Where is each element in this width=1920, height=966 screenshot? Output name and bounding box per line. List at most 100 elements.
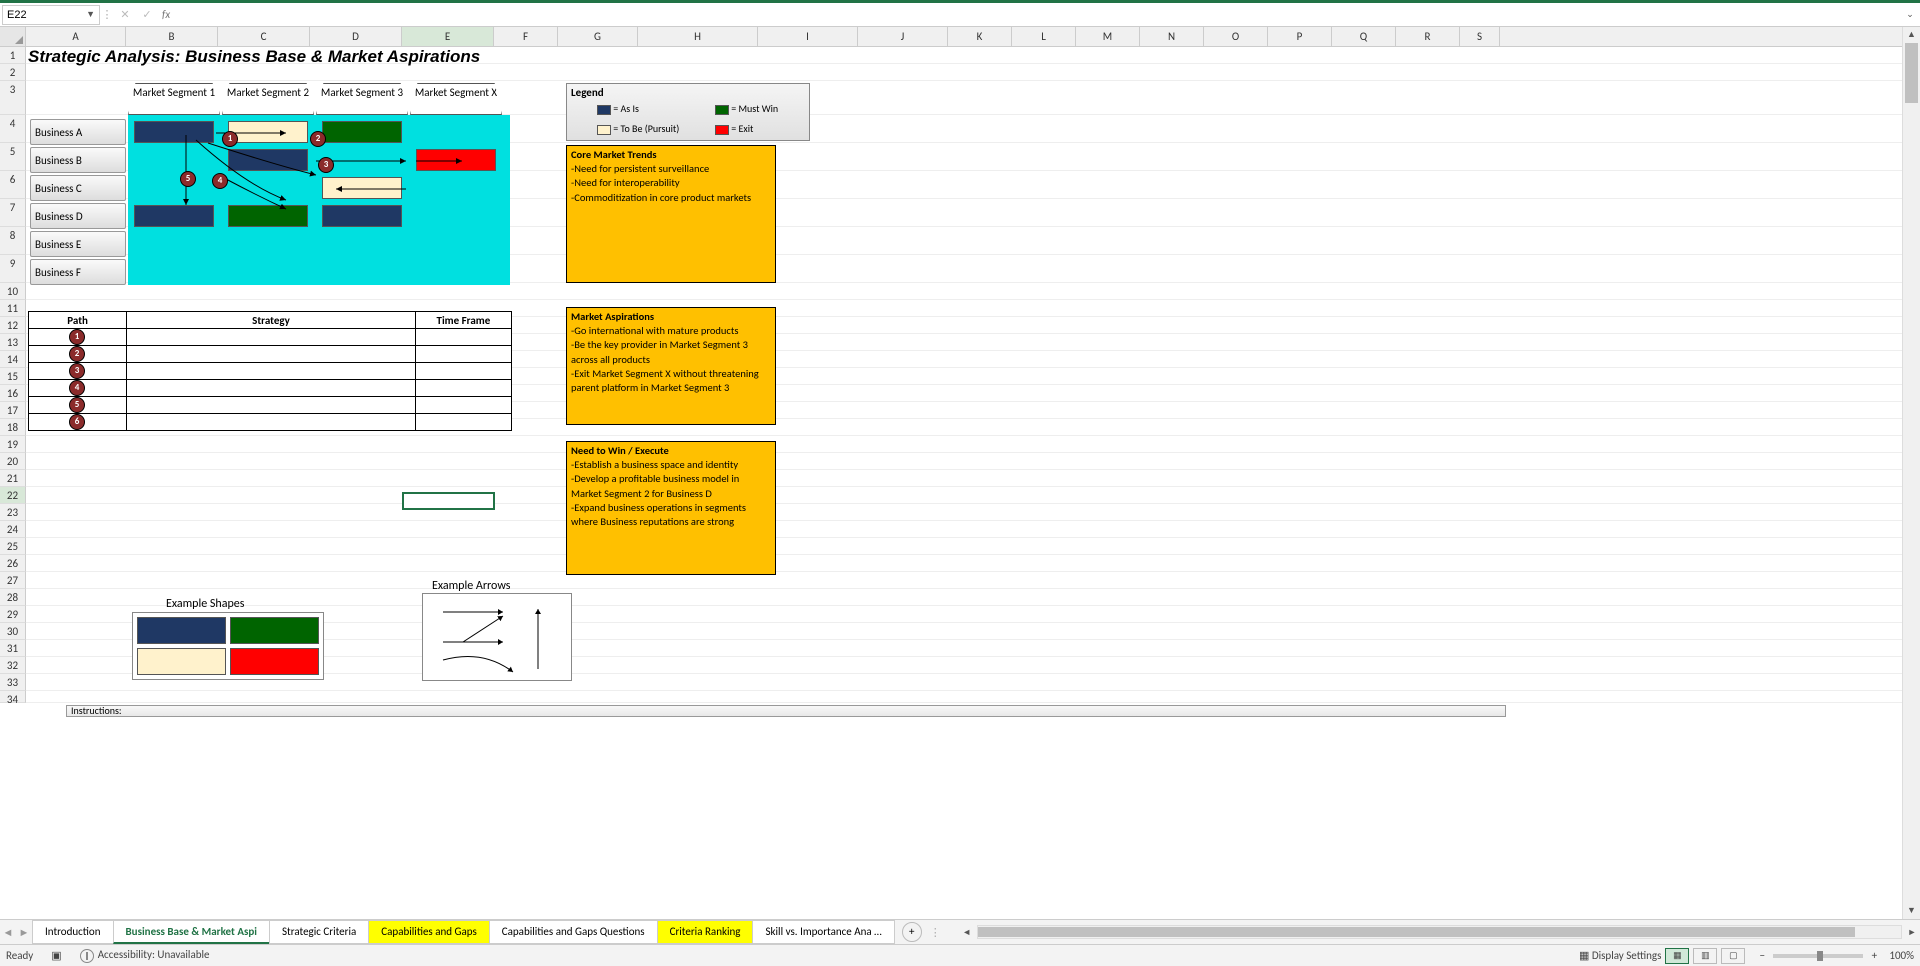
sheet-tab[interactable]: Capabilities and Gaps Questions bbox=[489, 920, 658, 944]
row-header[interactable]: 8 bbox=[0, 227, 26, 255]
path-badge: 2 bbox=[310, 131, 326, 147]
col-header[interactable]: C bbox=[218, 27, 310, 46]
col-header[interactable]: B bbox=[126, 27, 218, 46]
row-header[interactable]: 32 bbox=[0, 657, 26, 674]
scroll-thumb[interactable] bbox=[1905, 43, 1918, 103]
col-header[interactable]: E bbox=[402, 27, 494, 46]
row-header[interactable]: 33 bbox=[0, 674, 26, 691]
row-header[interactable]: 25 bbox=[0, 538, 26, 555]
th-strategy: Strategy bbox=[127, 312, 416, 329]
row-header[interactable]: 29 bbox=[0, 606, 26, 623]
row-header[interactable]: 23 bbox=[0, 504, 26, 521]
add-sheet-button[interactable]: + bbox=[902, 922, 922, 942]
view-normal-button[interactable]: ▦ bbox=[1665, 948, 1689, 964]
name-box-dropdown-icon[interactable]: ▼ bbox=[86, 9, 95, 20]
sheet-tab[interactable]: Business Base & Market Aspi bbox=[113, 920, 270, 944]
accept-icon[interactable]: ✓ bbox=[136, 8, 158, 21]
cancel-icon[interactable]: ✕ bbox=[114, 8, 136, 21]
row-header[interactable]: 4 bbox=[0, 115, 26, 143]
col-header[interactable]: S bbox=[1460, 27, 1500, 46]
business-label: Business C bbox=[30, 175, 126, 201]
col-header[interactable]: M bbox=[1076, 27, 1140, 46]
selected-cell[interactable] bbox=[402, 492, 495, 510]
sheet-tab[interactable]: Strategic Criteria bbox=[269, 920, 369, 944]
col-header[interactable]: F bbox=[494, 27, 558, 46]
row-header[interactable]: 15 bbox=[0, 368, 26, 385]
path-badge: 3 bbox=[69, 363, 85, 379]
col-header[interactable]: P bbox=[1268, 27, 1332, 46]
row-header[interactable]: 1 bbox=[0, 47, 26, 64]
row-header[interactable]: 28 bbox=[0, 589, 26, 606]
row-header[interactable]: 5 bbox=[0, 143, 26, 171]
col-header[interactable]: I bbox=[758, 27, 858, 46]
row-header[interactable]: 11 bbox=[0, 300, 26, 317]
row-header[interactable]: 26 bbox=[0, 555, 26, 572]
col-header[interactable]: J bbox=[858, 27, 948, 46]
row-header[interactable]: 31 bbox=[0, 640, 26, 657]
row-header[interactable]: 6 bbox=[0, 171, 26, 199]
select-all-corner[interactable] bbox=[0, 27, 26, 46]
col-header[interactable]: K bbox=[948, 27, 1012, 46]
row-header[interactable]: 10 bbox=[0, 283, 26, 300]
row-header[interactable]: 17 bbox=[0, 402, 26, 419]
row-header[interactable]: 34 bbox=[0, 691, 26, 703]
col-header[interactable]: H bbox=[638, 27, 758, 46]
row-header[interactable]: 7 bbox=[0, 199, 26, 227]
col-header[interactable]: D bbox=[310, 27, 402, 46]
row-header[interactable]: 22 bbox=[0, 487, 26, 504]
fx-icon[interactable]: fx bbox=[162, 8, 170, 21]
tab-nav-next-icon[interactable]: ► bbox=[16, 926, 32, 939]
col-header[interactable]: R bbox=[1396, 27, 1460, 46]
row-header[interactable]: 14 bbox=[0, 351, 26, 368]
col-header[interactable]: L bbox=[1012, 27, 1076, 46]
shape-navy bbox=[137, 617, 226, 644]
view-layout-button[interactable]: ▥ bbox=[1693, 948, 1717, 964]
zoom-control[interactable]: − + 100% bbox=[1755, 949, 1914, 962]
row-header[interactable]: 21 bbox=[0, 470, 26, 487]
box-title: Core Market Trends bbox=[571, 148, 771, 162]
row-header[interactable]: 30 bbox=[0, 623, 26, 640]
row-header[interactable]: 19 bbox=[0, 436, 26, 453]
recorder-icon[interactable]: ▣ bbox=[51, 949, 61, 962]
name-box-input[interactable] bbox=[7, 9, 77, 21]
vertical-scrollbar[interactable]: ▲ ▼ bbox=[1902, 27, 1920, 919]
row-header[interactable]: 18 bbox=[0, 419, 26, 436]
sheet-tab[interactable]: Skill vs. Importance Ana … bbox=[752, 920, 894, 944]
tab-nav-prev-icon[interactable]: ◄ bbox=[0, 926, 16, 939]
display-settings-button[interactable]: ▦ Display Settings bbox=[1579, 949, 1661, 962]
col-header[interactable]: N bbox=[1140, 27, 1204, 46]
name-box[interactable]: ▼ bbox=[2, 5, 100, 25]
segment-tab: Market Segment 2 bbox=[222, 83, 314, 115]
accessibility-button[interactable]: Accessibility: Unavailable bbox=[80, 948, 210, 962]
zoom-in-button[interactable]: + bbox=[1867, 949, 1881, 962]
zoom-slider[interactable] bbox=[1773, 954, 1863, 958]
row-header[interactable]: 20 bbox=[0, 453, 26, 470]
scroll-up-icon[interactable]: ▲ bbox=[1903, 27, 1920, 43]
scroll-down-icon[interactable]: ▼ bbox=[1903, 903, 1920, 919]
row-header[interactable]: 12 bbox=[0, 317, 26, 334]
hscroll-left-icon[interactable]: ◄ bbox=[959, 927, 975, 938]
matrix-cell bbox=[134, 121, 214, 143]
row-header[interactable]: 9 bbox=[0, 255, 26, 283]
row-header[interactable]: 2 bbox=[0, 64, 26, 81]
formula-expand-icon[interactable]: ⌄ bbox=[1900, 9, 1920, 20]
sheet-tab[interactable]: Criteria Ranking bbox=[657, 920, 754, 944]
col-header[interactable]: Q bbox=[1332, 27, 1396, 46]
hscroll-right-icon[interactable]: ► bbox=[1904, 927, 1920, 938]
sheet-tab[interactable]: Capabilities and Gaps bbox=[368, 920, 489, 944]
col-header[interactable]: G bbox=[558, 27, 638, 46]
view-pagebreak-button[interactable]: ▢ bbox=[1721, 948, 1745, 964]
row-header[interactable]: 24 bbox=[0, 521, 26, 538]
hscroll-thumb[interactable] bbox=[978, 927, 1855, 937]
row-header[interactable]: 3 bbox=[0, 81, 26, 115]
row-header[interactable]: 27 bbox=[0, 572, 26, 589]
zoom-value[interactable]: 100% bbox=[1889, 949, 1914, 962]
col-header[interactable]: A bbox=[26, 27, 126, 46]
zoom-out-button[interactable]: − bbox=[1755, 949, 1769, 962]
col-header[interactable]: O bbox=[1204, 27, 1268, 46]
formula-input[interactable] bbox=[174, 5, 1900, 25]
row-header[interactable]: 16 bbox=[0, 385, 26, 402]
horizontal-scrollbar[interactable]: ◄ ► bbox=[959, 925, 1920, 939]
sheet-tab[interactable]: Introduction bbox=[32, 920, 114, 944]
row-header[interactable]: 13 bbox=[0, 334, 26, 351]
